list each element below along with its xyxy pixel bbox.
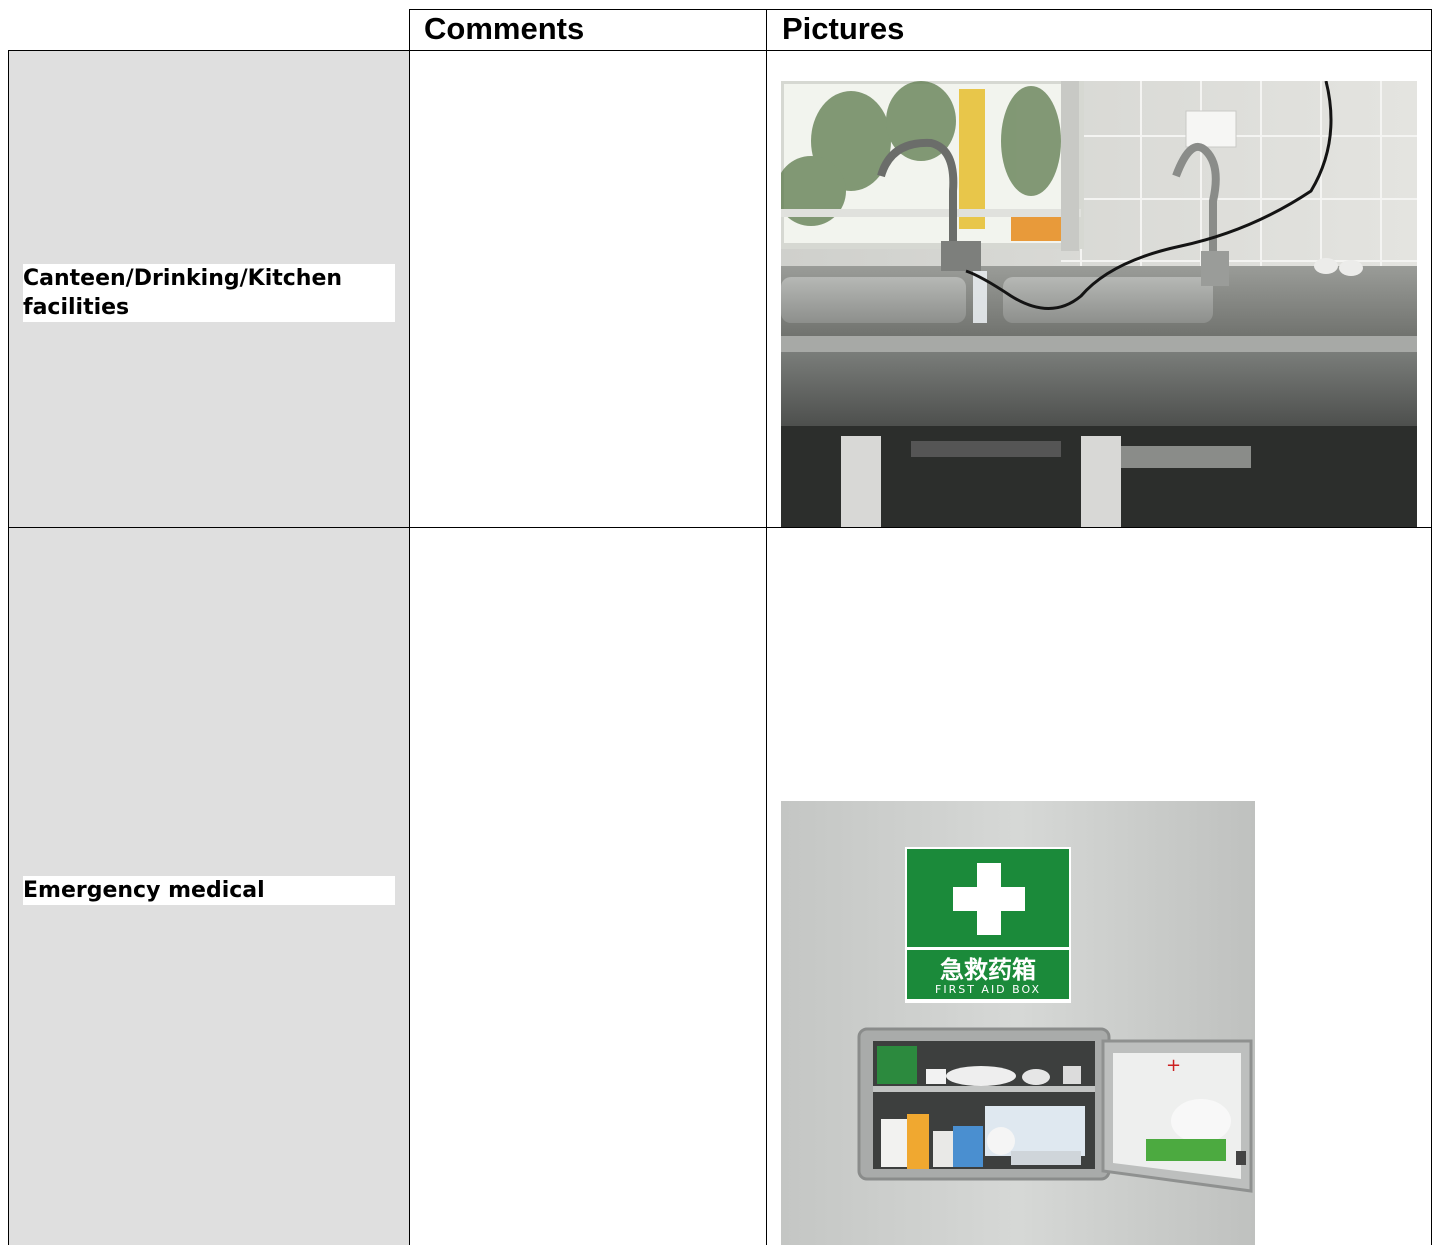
row-label-cell: Canteen/Drinking/Kitchen facilities bbox=[8, 51, 409, 527]
first-aid-box-photo: 急救药箱 FIRST AID BOX + bbox=[781, 801, 1255, 1245]
comment-cell bbox=[411, 52, 766, 526]
table-border bbox=[1431, 9, 1432, 1245]
table-border bbox=[409, 9, 1432, 10]
row-label-line: Emergency medical bbox=[23, 878, 265, 903]
table-border bbox=[409, 9, 410, 1245]
table-border bbox=[8, 527, 1432, 528]
row-label-line: facilities bbox=[23, 295, 130, 320]
kitchen-sink-photo bbox=[781, 81, 1417, 527]
table-border bbox=[8, 50, 9, 1245]
row-label-canteen: Canteen/Drinking/Kitchen facilities bbox=[23, 264, 395, 322]
row-label-emergency: Emergency medical bbox=[23, 876, 395, 905]
sign-cn-text: 急救药箱 bbox=[940, 956, 1036, 984]
table-border bbox=[8, 50, 1432, 51]
comments-header: Comments bbox=[424, 11, 585, 46]
table-border bbox=[766, 9, 767, 1245]
row-label-cell: Emergency medical bbox=[8, 528, 409, 1245]
sign-en-text: FIRST AID BOX bbox=[935, 983, 1041, 996]
svg-text:+: + bbox=[1166, 1055, 1181, 1076]
comment-cell bbox=[411, 529, 766, 1245]
row-label-line: Canteen/Drinking/Kitchen bbox=[23, 266, 343, 291]
pictures-header: Pictures bbox=[782, 11, 905, 46]
